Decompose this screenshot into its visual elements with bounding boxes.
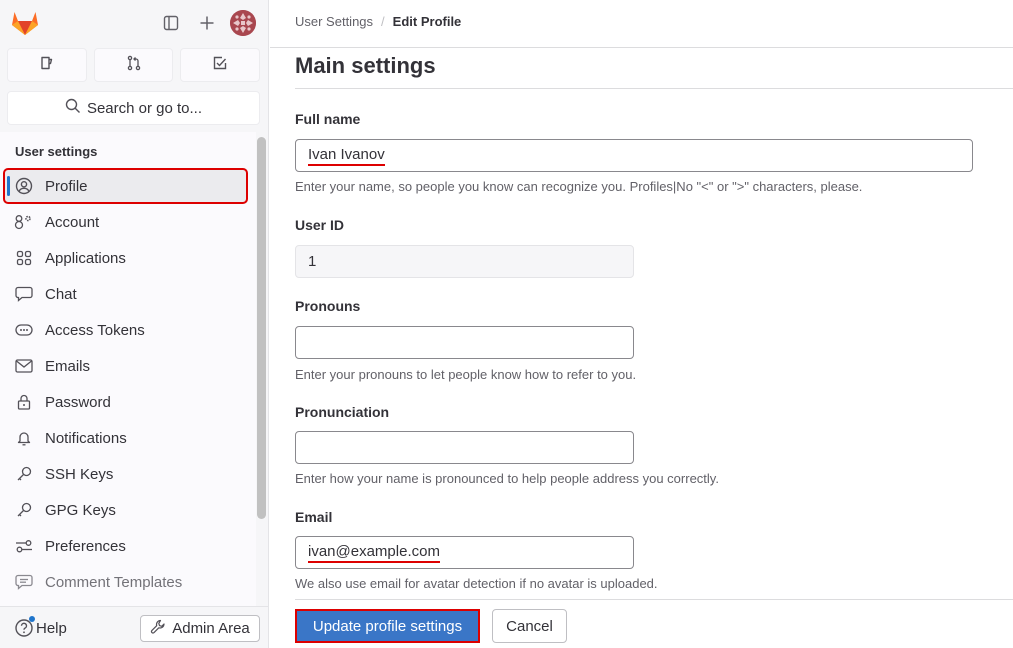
- bell-icon: [13, 430, 35, 446]
- breadcrumb-current: Edit Profile: [392, 14, 462, 29]
- sidebar-item-label: Emails: [45, 357, 91, 375]
- breadcrumb: User Settings / Edit Profile: [295, 14, 461, 29]
- key-icon: [13, 466, 35, 482]
- admin-area-label: Admin Area: [172, 620, 250, 637]
- email-value: ivan@example.com: [308, 543, 440, 563]
- applications-icon: [13, 250, 35, 266]
- issues-icon: [39, 55, 55, 76]
- actions-divider: [295, 599, 1013, 600]
- sidebar-item-password[interactable]: Password: [4, 385, 247, 419]
- token-icon: [13, 324, 35, 336]
- search-button[interactable]: Search or go to...: [7, 91, 260, 125]
- sidebar-item-label: SSH Keys: [45, 465, 114, 483]
- pronunciation-label: Pronunciation: [295, 404, 390, 420]
- email-input[interactable]: ivan@example.com: [295, 536, 634, 569]
- todo-checkbox-icon: [212, 55, 228, 76]
- full-name-value: Ivan Ivanov: [308, 146, 385, 166]
- search-icon: [65, 98, 81, 118]
- pronouns-input[interactable]: [295, 326, 634, 359]
- full-name-help: Enter your name, so people you know can …: [295, 179, 863, 194]
- sidebar: Search or go to... User settings Profile…: [0, 0, 269, 648]
- sidebar-item-label: Preferences: [45, 537, 126, 555]
- sidebar-scrollbar[interactable]: [257, 137, 266, 519]
- mail-icon: [13, 359, 35, 373]
- sidebar-item-notifications[interactable]: Notifications: [4, 421, 247, 455]
- profile-icon: [13, 177, 35, 195]
- lock-icon: [13, 394, 35, 410]
- sidebar-item-gpg-keys[interactable]: GPG Keys: [4, 493, 247, 527]
- sidebar-item-chat[interactable]: Chat: [4, 277, 247, 311]
- sidebar-item-account[interactable]: Account: [4, 205, 247, 239]
- sidebar-header: [0, 0, 269, 46]
- help-icon: [14, 616, 35, 638]
- sidebar-item-label: GPG Keys: [45, 501, 116, 519]
- sidebar-item-label: Account: [45, 213, 100, 231]
- todos-button[interactable]: [180, 48, 261, 82]
- nav-section-title: User settings: [15, 144, 98, 159]
- merge-request-icon: [126, 55, 142, 76]
- chat-icon: [13, 286, 35, 302]
- sidebar-item-label: Chat: [45, 285, 77, 303]
- sidebar-footer: Help Admin Area: [0, 606, 269, 648]
- account-icon: [13, 214, 35, 230]
- breadcrumb-user-settings[interactable]: User Settings: [295, 14, 373, 29]
- sidebar-toggle-icon[interactable]: [160, 12, 182, 34]
- sidebar-item-emails[interactable]: Emails: [4, 349, 247, 383]
- pronunciation-help: Enter how your name is pronounced to hel…: [295, 471, 719, 486]
- cancel-button[interactable]: Cancel: [492, 609, 567, 643]
- user-avatar[interactable]: [230, 10, 256, 36]
- quick-actions: [7, 48, 261, 82]
- email-help: We also use email for avatar detection i…: [295, 576, 658, 591]
- sidebar-item-applications[interactable]: Applications: [4, 241, 247, 275]
- sidebar-item-label: Applications: [45, 249, 126, 267]
- full-name-label: Full name: [295, 111, 361, 127]
- sidebar-item-label: Notifications: [45, 429, 127, 447]
- page-title: Main settings: [295, 53, 436, 78]
- full-name-input[interactable]: Ivan Ivanov: [295, 139, 973, 172]
- sidebar-item-preferences[interactable]: Preferences: [4, 529, 247, 563]
- settings-nav: User settings Profile Account Applicatio…: [0, 132, 256, 606]
- pronouns-help: Enter your pronouns to let people know h…: [295, 367, 637, 382]
- pronunciation-input[interactable]: [295, 431, 634, 464]
- email-label: Email: [295, 509, 333, 525]
- sidebar-item-comment-templates[interactable]: Comment Templates: [4, 565, 247, 599]
- help-button[interactable]: Help: [14, 616, 67, 638]
- wrench-icon: [150, 619, 166, 639]
- help-label: Help: [36, 619, 67, 637]
- sidebar-item-label: Access Tokens: [45, 321, 145, 339]
- update-profile-button[interactable]: Update profile settings: [295, 609, 480, 643]
- user-id-input: 1: [295, 245, 634, 278]
- header-divider: [270, 47, 1013, 48]
- sidebar-item-ssh-keys[interactable]: SSH Keys: [4, 457, 247, 491]
- main-content: User Settings / Edit Profile Main settin…: [270, 0, 1013, 648]
- gitlab-logo-icon[interactable]: [11, 10, 39, 36]
- breadcrumb-separator: /: [381, 14, 385, 29]
- plus-icon[interactable]: [196, 12, 218, 34]
- preferences-icon: [13, 539, 35, 553]
- issues-button[interactable]: [7, 48, 87, 82]
- search-label: Search or go to...: [86, 99, 203, 117]
- user-id-label: User ID: [295, 217, 345, 233]
- key-icon: [13, 502, 35, 518]
- sidebar-item-label: Comment Templates: [45, 573, 183, 591]
- merge-requests-button[interactable]: [93, 48, 174, 82]
- sidebar-item-profile[interactable]: Profile: [3, 168, 248, 204]
- sidebar-item-access-tokens[interactable]: Access Tokens: [4, 313, 247, 347]
- title-divider: [295, 88, 1013, 89]
- admin-area-button[interactable]: Admin Area: [140, 615, 260, 642]
- comment-icon: [13, 574, 35, 590]
- sidebar-item-label: Profile: [45, 177, 88, 195]
- sidebar-item-label: Password: [45, 393, 111, 411]
- pronouns-label: Pronouns: [295, 298, 361, 314]
- notification-dot: [29, 616, 35, 622]
- user-id-value: 1: [308, 253, 317, 270]
